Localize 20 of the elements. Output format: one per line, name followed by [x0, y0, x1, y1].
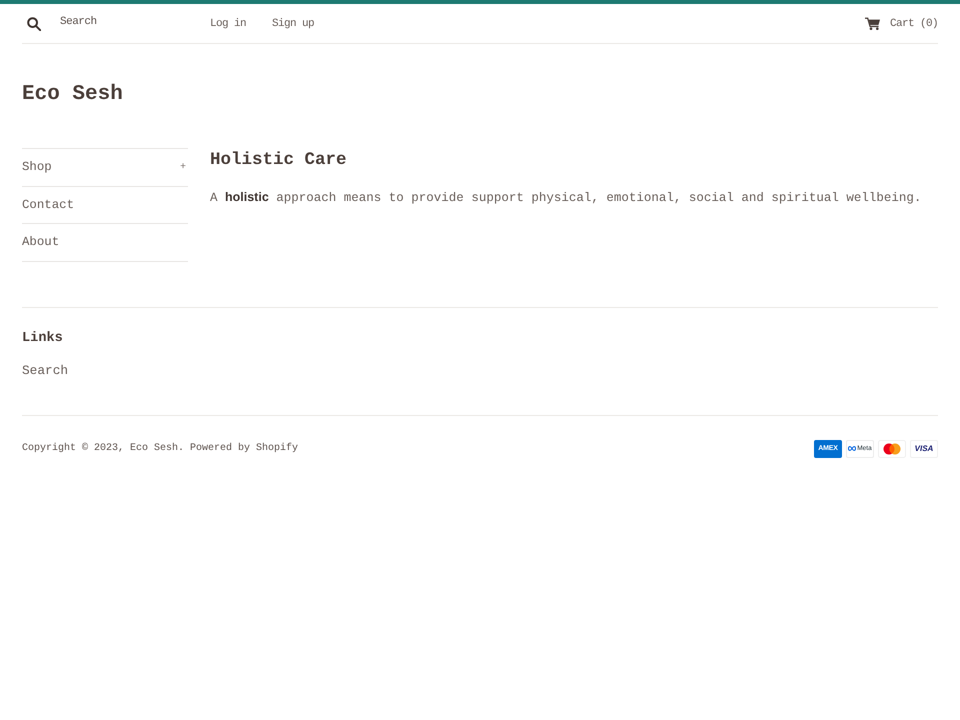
cart-link[interactable]: Cart (0) [864, 16, 938, 30]
infinity-icon [848, 446, 856, 451]
site-title[interactable]: Eco Sesh [22, 82, 123, 108]
nav-link[interactable]: About [22, 233, 60, 252]
search-button[interactable] [27, 16, 41, 30]
search-icon [27, 16, 41, 30]
page-body-text: A holistic approach means to provide support physical, emotional, social and spiritual wellbeing. [210, 189, 922, 207]
search-field[interactable]: Search [60, 14, 180, 30]
nav-link[interactable]: Contact [22, 196, 74, 214]
page-title: Holistic Care [210, 149, 348, 172]
copyright-text: Copyright © 2023, Eco Sesh. Powered by Shopify [22, 442, 298, 456]
account-link[interactable]: Sign up [272, 16, 314, 30]
footer-link[interactable]: Search [22, 360, 68, 380]
overlapping-circles-icon [878, 440, 906, 458]
cart-icon [864, 17, 880, 30]
payment-card-logo: VISA [910, 440, 938, 458]
footer-heading: Links [22, 330, 64, 348]
expand-toggle[interactable]: + [180, 161, 188, 174]
account-link[interactable]: Log in [210, 16, 246, 30]
nav-link[interactable]: Shop [22, 158, 52, 176]
